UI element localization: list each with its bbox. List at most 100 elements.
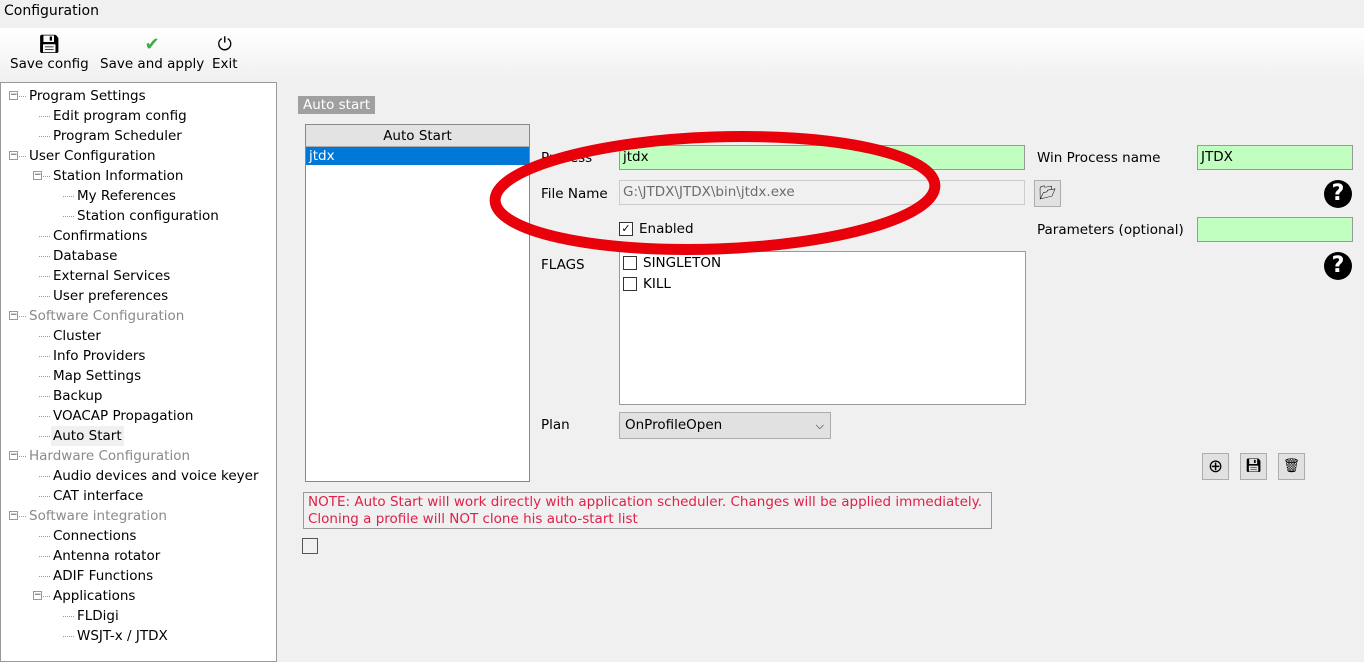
tree-item[interactable]: Info Providers: [51, 346, 147, 366]
list-header: Auto Start: [306, 125, 529, 147]
tree-connector: [39, 356, 50, 357]
list-item[interactable]: jtdx: [306, 147, 529, 165]
tree-connector: [39, 116, 50, 117]
flags-list[interactable]: SINGLETON KILL: [619, 251, 1026, 405]
tree-connector: [39, 256, 50, 257]
tree-item[interactable]: Connections: [51, 526, 138, 546]
floppy-icon: 💾︎: [37, 34, 61, 55]
trash-icon: 🗑︎: [1282, 458, 1301, 474]
tree-connector: [39, 476, 50, 477]
auto-start-list[interactable]: Auto Start jtdx: [305, 124, 530, 482]
section-tag: Auto start: [298, 96, 376, 114]
help-icon[interactable]: ?: [1324, 252, 1352, 280]
tree-item[interactable]: Database: [51, 246, 119, 266]
tree-item[interactable]: ADIF Functions: [51, 566, 155, 586]
tree-item[interactable]: Confirmations: [51, 226, 149, 246]
process-label: Process: [541, 150, 593, 166]
tree-item[interactable]: Applications: [51, 586, 137, 606]
flag-kill[interactable]: KILL: [623, 276, 1022, 297]
tree-item[interactable]: Station Information: [51, 166, 185, 186]
tree-connector: [39, 576, 50, 577]
tree-item[interactable]: Audio devices and voice keyer: [51, 466, 261, 486]
win-process-input[interactable]: JTDX: [1197, 145, 1353, 170]
tree-connector: [39, 236, 50, 237]
tree-connector: [39, 536, 50, 537]
add-button[interactable]: ⊕: [1202, 453, 1229, 480]
tree-item[interactable]: Backup: [51, 386, 105, 406]
window-title: Configuration: [4, 3, 99, 19]
tree-item[interactable]: My References: [75, 186, 178, 206]
tree-item[interactable]: VOACAP Propagation: [51, 406, 195, 426]
tree-item[interactable]: WSJT-x / JTDX: [75, 626, 170, 646]
tree-item[interactable]: Edit program config: [51, 106, 189, 126]
tree-item[interactable]: User preferences: [51, 286, 170, 306]
settings-tree[interactable]: Program Settings − Edit program config Prog…: [0, 82, 277, 662]
tree-item[interactable]: Software Configuration: [27, 306, 186, 326]
collapse-icon[interactable]: −: [33, 171, 42, 180]
help-icon[interactable]: ?: [1324, 180, 1352, 208]
checkbox-icon: [623, 256, 637, 270]
browse-button[interactable]: 📂︎: [1034, 180, 1061, 207]
tree-item[interactable]: Antenna rotator: [51, 546, 162, 566]
delete-button[interactable]: 🗑︎: [1278, 453, 1305, 480]
checkbox[interactable]: [302, 538, 318, 554]
chevron-down-icon: ⌵: [815, 419, 824, 432]
checkmark-icon: ✔: [144, 34, 160, 55]
tree-item[interactable]: Station configuration: [75, 206, 221, 226]
tree-connector: [39, 336, 50, 337]
win-process-label: Win Process name: [1037, 150, 1161, 166]
collapse-icon[interactable]: −: [9, 311, 18, 320]
file-name-input[interactable]: G:\JTDX\JTDX\bin\jtdx.exe: [619, 180, 1025, 205]
floppy-icon: 💾︎: [1244, 458, 1263, 474]
save-and-apply-button[interactable]: ✔ Save and apply: [100, 34, 204, 72]
tree-item[interactable]: Program Settings: [27, 86, 148, 106]
tree-item[interactable]: CAT interface: [51, 486, 145, 506]
tree-connector: [63, 216, 74, 217]
tree-item[interactable]: Map Settings: [51, 366, 143, 386]
process-input[interactable]: jtdx: [619, 145, 1025, 170]
tree-connector: [63, 636, 74, 637]
flags-label: FLAGS: [541, 257, 585, 273]
tree-item[interactable]: FLDigi: [75, 606, 121, 626]
tree-connector: [39, 296, 50, 297]
power-icon: ⏻: [217, 34, 232, 55]
toolbar: 💾︎ Save config ✔ Save and apply ⏻ Exit: [0, 28, 1364, 80]
tree-connector: [39, 396, 50, 397]
save-button[interactable]: 💾︎: [1240, 453, 1267, 480]
checkbox-icon: [623, 277, 637, 291]
tree-connector: [39, 436, 50, 437]
tree-connector: [39, 376, 50, 377]
collapse-icon[interactable]: −: [9, 151, 18, 160]
tree-item[interactable]: Cluster: [51, 326, 103, 346]
enabled-checkbox[interactable]: ✓ Enabled: [619, 221, 694, 237]
tree-connector: [39, 556, 50, 557]
parameters-label: Parameters (optional): [1037, 222, 1184, 238]
collapse-icon[interactable]: −: [9, 91, 18, 100]
tree-item[interactable]: External Services: [51, 266, 172, 286]
tree-item[interactable]: Hardware Configuration: [27, 446, 192, 466]
tree-connector: [63, 616, 74, 617]
checkbox-icon: ✓: [619, 222, 633, 236]
collapse-icon[interactable]: −: [9, 451, 18, 460]
tree-connector: [39, 416, 50, 417]
tree-connector: [39, 496, 50, 497]
plan-select[interactable]: OnProfileOpen ⌵: [619, 412, 831, 439]
folder-icon: 📂︎: [1038, 185, 1057, 201]
parameters-input[interactable]: [1197, 217, 1353, 242]
collapse-icon[interactable]: −: [9, 511, 18, 520]
file-name-label: File Name: [541, 186, 608, 202]
tree-item[interactable]: Software integration: [27, 506, 169, 526]
save-config-button[interactable]: 💾︎ Save config: [10, 34, 89, 72]
tree-connector: [63, 196, 74, 197]
collapse-icon[interactable]: −: [33, 591, 42, 600]
tree-connector: [39, 136, 50, 137]
tree-item[interactable]: Auto Start: [51, 426, 124, 446]
tree-connector: [39, 276, 50, 277]
plan-label: Plan: [541, 417, 570, 433]
tree-item[interactable]: Program Scheduler: [51, 126, 184, 146]
exit-button[interactable]: ⏻ Exit: [212, 34, 238, 72]
flag-singleton[interactable]: SINGLETON: [623, 255, 1022, 276]
note-box: NOTE: Auto Start will work directly with…: [303, 492, 992, 529]
tree-item[interactable]: User Configuration: [27, 146, 158, 166]
plus-circle-icon: ⊕: [1207, 456, 1224, 477]
